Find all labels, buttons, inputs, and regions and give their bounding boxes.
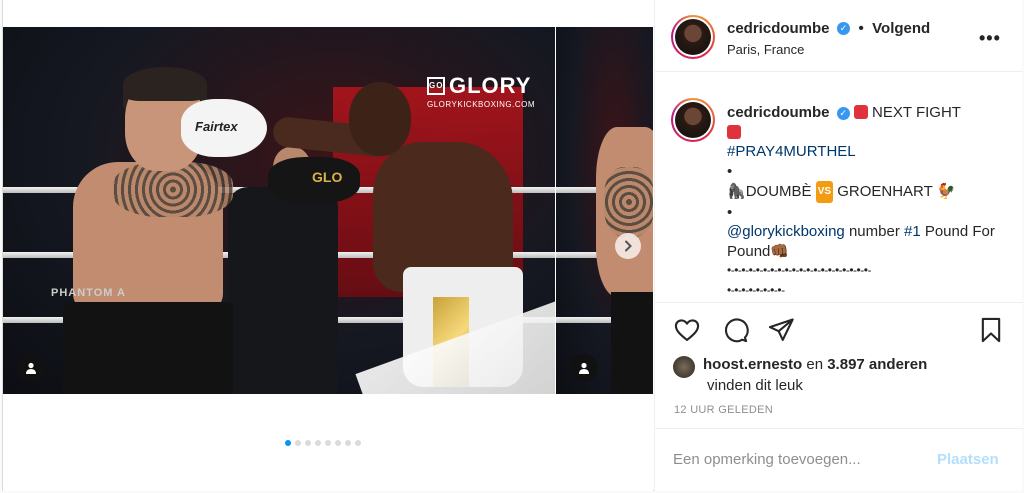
heart-icon[interactable] [673, 316, 701, 344]
verified-badge-icon: ✓ [836, 22, 850, 36]
caption-rank-prefix: number [844, 223, 904, 240]
caption-bullet: • [727, 203, 733, 221]
user-tag-icon[interactable] [17, 354, 45, 382]
white-glove: Fairtex [181, 99, 267, 157]
glove-text: GLO [312, 169, 343, 185]
siren-icon [853, 105, 868, 119]
post-sidebar: cedricdoumbe ✓ • Volgend Paris, France •… [654, 0, 1023, 491]
post-photo[interactable]: PHANTOM A Fairtex GLO GO GLORY GLORYKICK… [3, 27, 555, 394]
caption-mention[interactable]: @glorykickboxing [727, 223, 845, 240]
header-username[interactable]: cedricdoumbe [727, 20, 830, 37]
rooster-icon: 🐓 [936, 183, 956, 200]
likes-summary: hoost.ernesto en 3.897 anderen [703, 356, 927, 373]
liker-avatar[interactable] [673, 356, 695, 378]
comment-icon[interactable] [721, 316, 749, 344]
carousel-next-button[interactable] [615, 233, 641, 259]
person-icon [579, 362, 589, 374]
caption-divider: •-•-•-•-•-•-•-•- [727, 282, 785, 297]
likes-suffix: vinden dit leuk [707, 377, 803, 394]
black-glove: GLO [268, 157, 360, 203]
more-options-icon[interactable]: ••• [979, 28, 1001, 49]
share-icon[interactable] [767, 316, 795, 344]
action-bar [655, 304, 1023, 352]
caption-bullet: • [727, 162, 733, 180]
post-frame: PHANTOM A Fairtex GLO GO GLORY GLORYKICK… [2, 0, 1023, 491]
likes-count[interactable]: 3.897 anderen [827, 356, 927, 373]
white-glove-text: Fairtex [195, 119, 238, 134]
glory-watermark: GO GLORY GLORYKICKBOXING.COM [427, 73, 535, 109]
post-comment-button[interactable]: Plaatsen [937, 451, 999, 468]
header-separator: • [858, 20, 864, 37]
liker-username[interactable]: hoost.ernesto [703, 356, 802, 373]
user-tag-icon[interactable] [570, 354, 598, 382]
carousel-dot [325, 440, 331, 446]
caption-avatar[interactable] [671, 98, 715, 142]
post-header: cedricdoumbe ✓ • Volgend Paris, France •… [655, 0, 1023, 72]
caption-username[interactable]: cedricdoumbe [727, 104, 830, 121]
fight-left: DOUMBÈ [745, 183, 812, 200]
fist-icon: 👊🏾 [770, 242, 790, 260]
bookmark-icon[interactable] [977, 316, 1005, 344]
caption-text: cedricdoumbe ✓ NEXT FIGHT #PRAY4MURTHEL … [727, 103, 1007, 300]
caption-hashtag[interactable]: #PRAY4MURTHEL [727, 143, 856, 160]
post-timestamp[interactable]: 12 UUR GELEDEN [674, 404, 773, 416]
carousel-dot [305, 440, 311, 446]
follow-button[interactable]: Volgend [872, 20, 930, 37]
media-carousel[interactable]: PHANTOM A Fairtex GLO GO GLORY GLORYKICK… [3, 0, 653, 491]
comment-form: Plaatsen [655, 428, 1023, 491]
avatar[interactable] [671, 15, 715, 59]
caption-line1: NEXT FIGHT [867, 104, 961, 121]
caption-divider: •-•-•-•-•-•-•-•-•-•-•-•-•-•-•-•-•-•-•-•- [727, 263, 871, 277]
comment-input[interactable] [673, 451, 923, 468]
watermark-brand: GLORY [449, 73, 532, 98]
carousel-indicator [285, 440, 361, 446]
watermark-site: GLORYKICKBOXING.COM [427, 100, 536, 109]
siren-icon [727, 124, 741, 139]
chevron-right-icon [625, 240, 632, 252]
gorilla-icon: 🦍 [727, 183, 746, 200]
location-link[interactable]: Paris, France [727, 42, 804, 57]
caption-rank-tag[interactable]: #1 [904, 223, 921, 240]
carousel-dot [335, 440, 341, 446]
caption-area: cedricdoumbe ✓ NEXT FIGHT #PRAY4MURTHEL … [655, 73, 1023, 303]
carousel-dot [295, 440, 301, 446]
likes-connector: en [802, 356, 828, 373]
fight-right: GROENHART [837, 183, 933, 200]
carousel-dot [285, 440, 291, 446]
next-photo-preview[interactable] [556, 27, 653, 394]
verified-badge-icon: ✓ [836, 106, 850, 120]
person-icon [26, 362, 36, 374]
glory-logo-icon: GO [427, 77, 445, 95]
carousel-dot [315, 440, 321, 446]
vs-badge: VS [815, 181, 834, 203]
carousel-dot [355, 440, 361, 446]
carousel-dot [345, 440, 351, 446]
shorts-text: PHANTOM A [51, 287, 126, 299]
